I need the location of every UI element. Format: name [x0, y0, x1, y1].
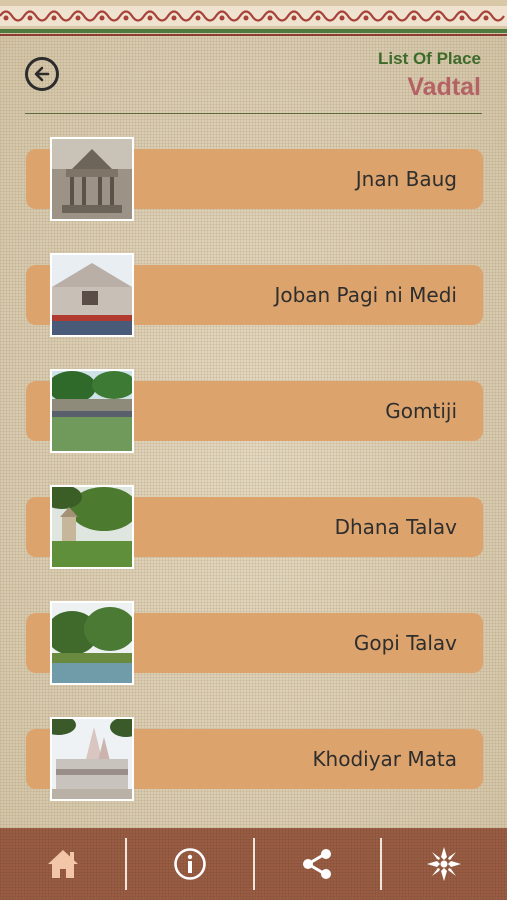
place-item-khodiyar-mata[interactable]: Khodiyar Mata [0, 717, 507, 807]
header-divider [25, 113, 482, 114]
place-thumbnail [50, 717, 134, 801]
bottom-navigation [0, 828, 507, 900]
share-icon [303, 849, 332, 879]
place-item-gomtiji[interactable]: Gomtiji [0, 369, 507, 459]
place-thumbnail [50, 137, 134, 221]
place-thumbnail [50, 601, 134, 685]
place-item-dhana-talav[interactable]: Dhana Talav [0, 485, 507, 575]
share-button[interactable] [255, 828, 380, 900]
place-thumbnail [50, 253, 134, 337]
settings-icon [427, 847, 462, 881]
back-arrow-icon [34, 66, 50, 82]
place-item-jnan-baug[interactable]: Jnan Baug [0, 137, 507, 227]
place-name: Jnan Baug [355, 167, 457, 191]
home-button[interactable] [0, 828, 125, 900]
page-subtitle: List Of Place [378, 49, 481, 68]
back-button[interactable] [25, 57, 59, 91]
decorative-top-border [0, 0, 507, 36]
place-name: Dhana Talav [334, 515, 457, 539]
page-title: Vadtal [407, 73, 481, 101]
settings-button[interactable] [382, 828, 507, 900]
place-thumbnail [50, 369, 134, 453]
place-name: Khodiyar Mata [312, 747, 457, 771]
place-name: Gomtiji [385, 399, 457, 423]
info-icon [174, 848, 206, 880]
place-name: Joban Pagi ni Medi [274, 283, 457, 307]
place-item-gopi-talav[interactable]: Gopi Talav [0, 601, 507, 691]
place-item-joban-pagi-ni-medi[interactable]: Joban Pagi ni Medi [0, 253, 507, 343]
info-button[interactable] [127, 828, 252, 900]
place-name: Gopi Talav [353, 631, 457, 655]
place-thumbnail [50, 485, 134, 569]
home-icon [47, 850, 78, 878]
